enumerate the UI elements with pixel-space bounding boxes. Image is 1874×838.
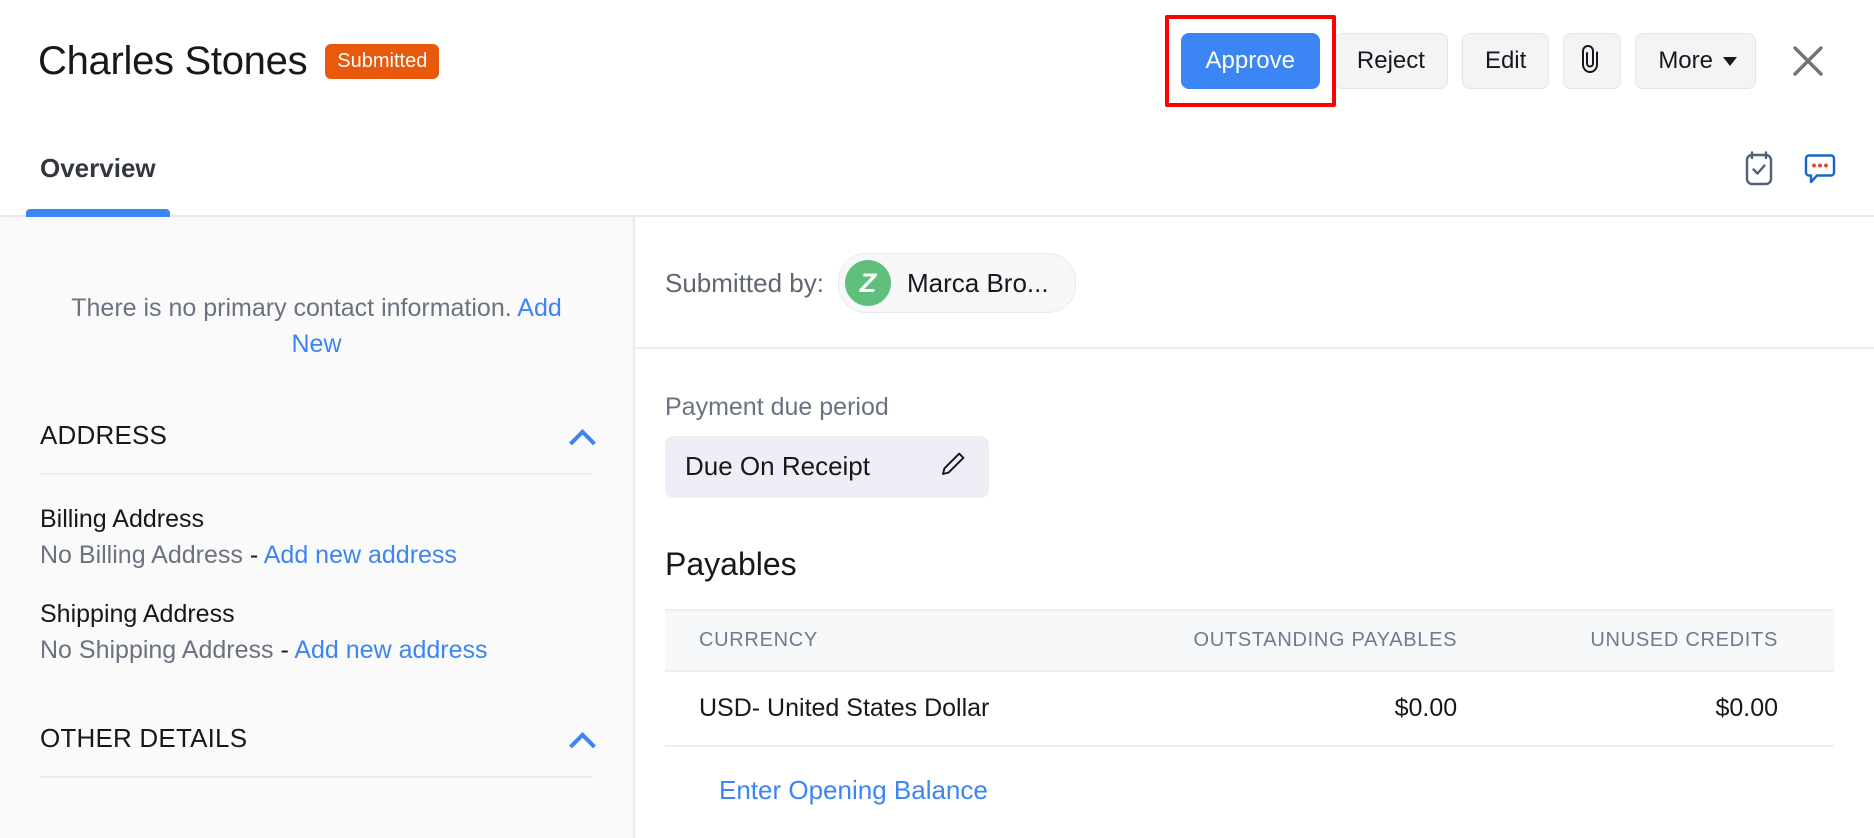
billing-add-new-address-link[interactable]: Add new address [264, 541, 457, 569]
payment-due-period-value: Due On Receipt [685, 451, 870, 481]
column-header-currency: CURRENCY [665, 609, 1093, 672]
submitter-name: Marca Bro... [906, 267, 1049, 298]
header-actions: Approve Reject Edit More [1164, 15, 1834, 107]
edit-button[interactable]: Edit [1461, 33, 1550, 89]
shipping-address-value: No Shipping Address [40, 636, 274, 664]
close-button[interactable] [1782, 35, 1834, 87]
submitted-by-label: Submitted by: [665, 267, 824, 298]
payables-title: Payables [665, 546, 797, 582]
paperclip-icon [1581, 44, 1603, 79]
status-badge: Submitted [325, 43, 440, 79]
approve-button[interactable]: Approve [1180, 33, 1320, 89]
shipping-address-block: Shipping Address No Shipping Address - A… [40, 600, 593, 665]
attachment-button[interactable] [1563, 33, 1622, 89]
avatar: Z [844, 260, 891, 306]
payables-table-head: CURRENCY OUTSTANDING PAYABLES UNUSED CRE… [665, 609, 1834, 672]
more-button[interactable]: More [1635, 33, 1756, 89]
payables-table-body: USD- United States Dollar $0.00 $0.00 [665, 671, 1834, 747]
payables-table: CURRENCY OUTSTANDING PAYABLES UNUSED CRE… [665, 609, 1834, 747]
tasks-clipboard-icon[interactable] [1742, 150, 1776, 188]
chevron-up-icon[interactable] [571, 430, 593, 442]
submitted-by-row: Submitted by: Z Marca Bro... [635, 217, 1874, 349]
main-panel: Submitted by: Z Marca Bro... Payment due… [635, 217, 1874, 838]
sidebar-section-address-title: ADDRESS [40, 420, 168, 450]
billing-address-separator: - [249, 541, 259, 569]
content-body: There is no primary contact information.… [0, 217, 1874, 838]
page-title: Charles Stones [38, 39, 308, 83]
tab-bar-icons [1742, 150, 1838, 188]
tab-bar: Overview [0, 122, 1874, 217]
shipping-add-new-address-link[interactable]: Add new address [294, 636, 487, 664]
billing-address-block: Billing Address No Billing Address - Add… [40, 505, 593, 570]
enter-opening-balance-link[interactable]: Enter Opening Balance [665, 747, 988, 806]
tab-overview[interactable]: Overview [26, 122, 170, 217]
column-header-outstanding-payables: OUTSTANDING PAYABLES [1092, 609, 1514, 672]
billing-address-value: No Billing Address [40, 541, 243, 569]
cell-currency: USD- United States Dollar [665, 671, 1093, 747]
shipping-address-label: Shipping Address [40, 600, 235, 628]
sidebar-section-address[interactable]: ADDRESS [40, 420, 593, 475]
billing-address-label: Billing Address [40, 505, 204, 533]
table-row: USD- United States Dollar $0.00 $0.00 [665, 671, 1834, 747]
sidebar-section-other-details[interactable]: OTHER DETAILS [40, 723, 593, 778]
payment-due-period-field: Payment due period Due On Receipt [635, 349, 1874, 498]
chevron-down-icon [1723, 56, 1737, 66]
no-contact-text: There is no primary contact information. [71, 294, 512, 322]
shipping-address-value-row: No Shipping Address - Add new address [40, 636, 593, 665]
pencil-icon[interactable] [939, 450, 967, 483]
page-header: Charles Stones Submitted Approve Reject … [0, 0, 1874, 122]
table-header-row: CURRENCY OUTSTANDING PAYABLES UNUSED CRE… [665, 609, 1834, 672]
tab-overview-label: Overview [40, 153, 156, 183]
reject-button[interactable]: Reject [1333, 33, 1448, 89]
submitter-chip[interactable]: Z Marca Bro... [837, 253, 1076, 313]
payment-due-period-label: Payment due period [665, 393, 889, 421]
sidebar: There is no primary contact information.… [0, 217, 635, 838]
cell-unused-credits: $0.00 [1513, 671, 1834, 747]
column-header-unused-credits: UNUSED CREDITS [1513, 609, 1834, 672]
more-button-label: More [1658, 47, 1713, 74]
chevron-up-icon[interactable] [571, 733, 593, 745]
billing-address-value-row: No Billing Address - Add new address [40, 541, 593, 570]
cell-outstanding-payables: $0.00 [1092, 671, 1514, 747]
sidebar-section-other-details-title: OTHER DETAILS [40, 723, 248, 753]
payables-table-wrapper: CURRENCY OUTSTANDING PAYABLES UNUSED CRE… [635, 609, 1874, 806]
comments-icon[interactable] [1802, 151, 1838, 187]
payment-due-period-value-box[interactable]: Due On Receipt [665, 436, 989, 498]
title-group: Charles Stones Submitted [38, 39, 440, 83]
no-primary-contact-message: There is no primary contact information.… [40, 291, 593, 362]
approve-button-wrapper: Approve [1164, 15, 1336, 107]
shipping-address-separator: - [280, 636, 289, 664]
close-icon [1789, 42, 1827, 80]
